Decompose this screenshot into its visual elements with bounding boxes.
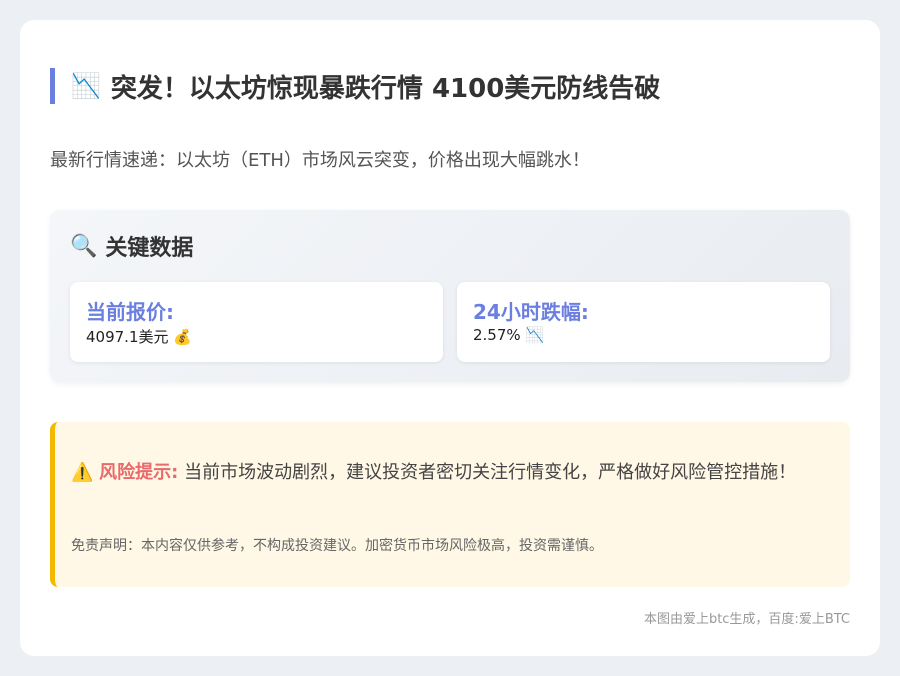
change-value: 2.57%: [473, 326, 521, 344]
news-card: 📉 突发！以太坊惊现暴跌行情 4100美元防线告破 最新行情速递：以太坊（ETH…: [20, 20, 880, 656]
chart-down-icon: 📉: [71, 72, 101, 100]
warning-icon: ⚠️: [71, 462, 94, 483]
risk-label: 风险提示:: [99, 462, 179, 483]
price-card: 当前报价: 4097.1美元 💰: [70, 282, 443, 362]
disclaimer: 免责声明：本内容仅供参考，不构成投资建议。加密货币市场风险极高，投资需谨慎。: [71, 538, 603, 554]
headline: 📉 突发！以太坊惊现暴跌行情 4100美元防线告破: [50, 68, 660, 104]
risk-text-block: ⚠️ 风险提示: 当前市场波动剧烈，建议投资者密切关注行情变化，严格做好风险管控…: [71, 458, 831, 488]
risk-message: 当前市场波动剧烈，建议投资者密切关注行情变化，严格做好风险管控措施！: [184, 462, 797, 483]
money-bag-icon: 💰: [173, 328, 192, 346]
change-value-row: 2.57% 📉: [473, 326, 544, 344]
key-data-heading: 🔍 关键数据: [70, 230, 193, 262]
footer-credit: 本图由爱上btc生成，百度:爱上BTC: [643, 612, 850, 627]
magnifier-icon: 🔍: [70, 233, 98, 259]
chart-down-icon: 📉: [525, 326, 545, 344]
price-value: 4097.1美元: [86, 328, 169, 346]
risk-notice: ⚠️ 风险提示: 当前市场波动剧烈，建议投资者密切关注行情变化，严格做好风险管控…: [50, 422, 850, 587]
intro-text: 最新行情速递：以太坊（ETH）市场风云突变，价格出现大幅跳水！: [50, 150, 590, 171]
change-label: 24小时跌幅:: [473, 300, 589, 324]
key-data-panel: 🔍 关键数据 当前报价: 4097.1美元 💰 24小时跌幅: 2.57% 📉: [50, 210, 850, 382]
key-data-title: 关键数据: [105, 236, 194, 261]
price-label: 当前报价:: [86, 300, 174, 324]
change-card: 24小时跌幅: 2.57% 📉: [457, 282, 830, 362]
page-title: 突发！以太坊惊现暴跌行情 4100美元防线告破: [110, 73, 661, 104]
price-value-row: 4097.1美元 💰: [86, 326, 192, 347]
